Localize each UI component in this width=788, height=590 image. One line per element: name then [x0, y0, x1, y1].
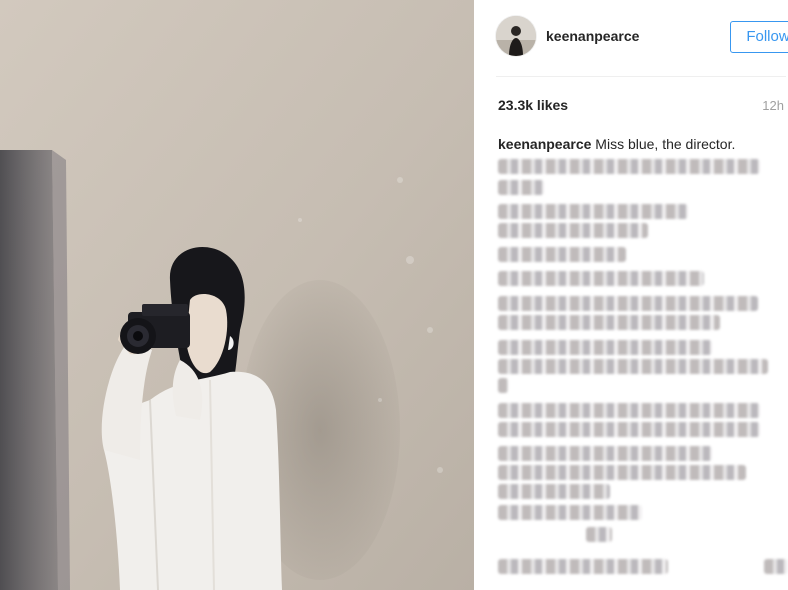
blurred-comment — [498, 247, 626, 262]
post-header: keenanpearce Follow — [496, 16, 788, 58]
blurred-comment — [498, 271, 704, 286]
blurred-comment — [764, 559, 788, 574]
blurred-comment — [498, 159, 760, 174]
caption: keenanpearce Miss blue, the director. — [498, 136, 735, 152]
post-age[interactable]: 12h — [762, 98, 784, 113]
blurred-comment — [498, 559, 668, 574]
likes-count[interactable]: 23.3k likes — [498, 97, 568, 113]
post-sidebar: keenanpearce Follow 23.3k likes 12h keen… — [474, 0, 788, 590]
photo-image — [0, 0, 474, 590]
blurred-comment — [498, 204, 688, 219]
blurred-comment — [498, 378, 508, 393]
blurred-comment — [498, 359, 768, 374]
caption-username[interactable]: keenanpearce — [498, 136, 591, 152]
divider — [496, 76, 786, 77]
username[interactable]: keenanpearce — [546, 28, 639, 44]
blurred-comment — [498, 403, 760, 418]
post-photo[interactable] — [0, 0, 474, 590]
blurred-comment — [498, 484, 610, 499]
blurred-comment — [498, 340, 712, 355]
follow-button[interactable]: Follow — [730, 21, 788, 53]
caption-text: Miss blue, the director. — [595, 136, 736, 152]
avatar-image — [496, 16, 536, 56]
blurred-comment — [498, 296, 758, 311]
avatar[interactable] — [496, 16, 536, 56]
blurred-comment — [586, 527, 612, 542]
blurred-comment — [498, 315, 720, 330]
blurred-comment — [498, 422, 760, 437]
post-view: keenanpearce Follow 23.3k likes 12h keen… — [0, 0, 788, 590]
blurred-comment — [498, 180, 544, 195]
blurred-comment — [498, 505, 642, 520]
blurred-comment — [498, 223, 648, 238]
blurred-comment — [498, 446, 712, 461]
blurred-comment — [498, 465, 746, 480]
